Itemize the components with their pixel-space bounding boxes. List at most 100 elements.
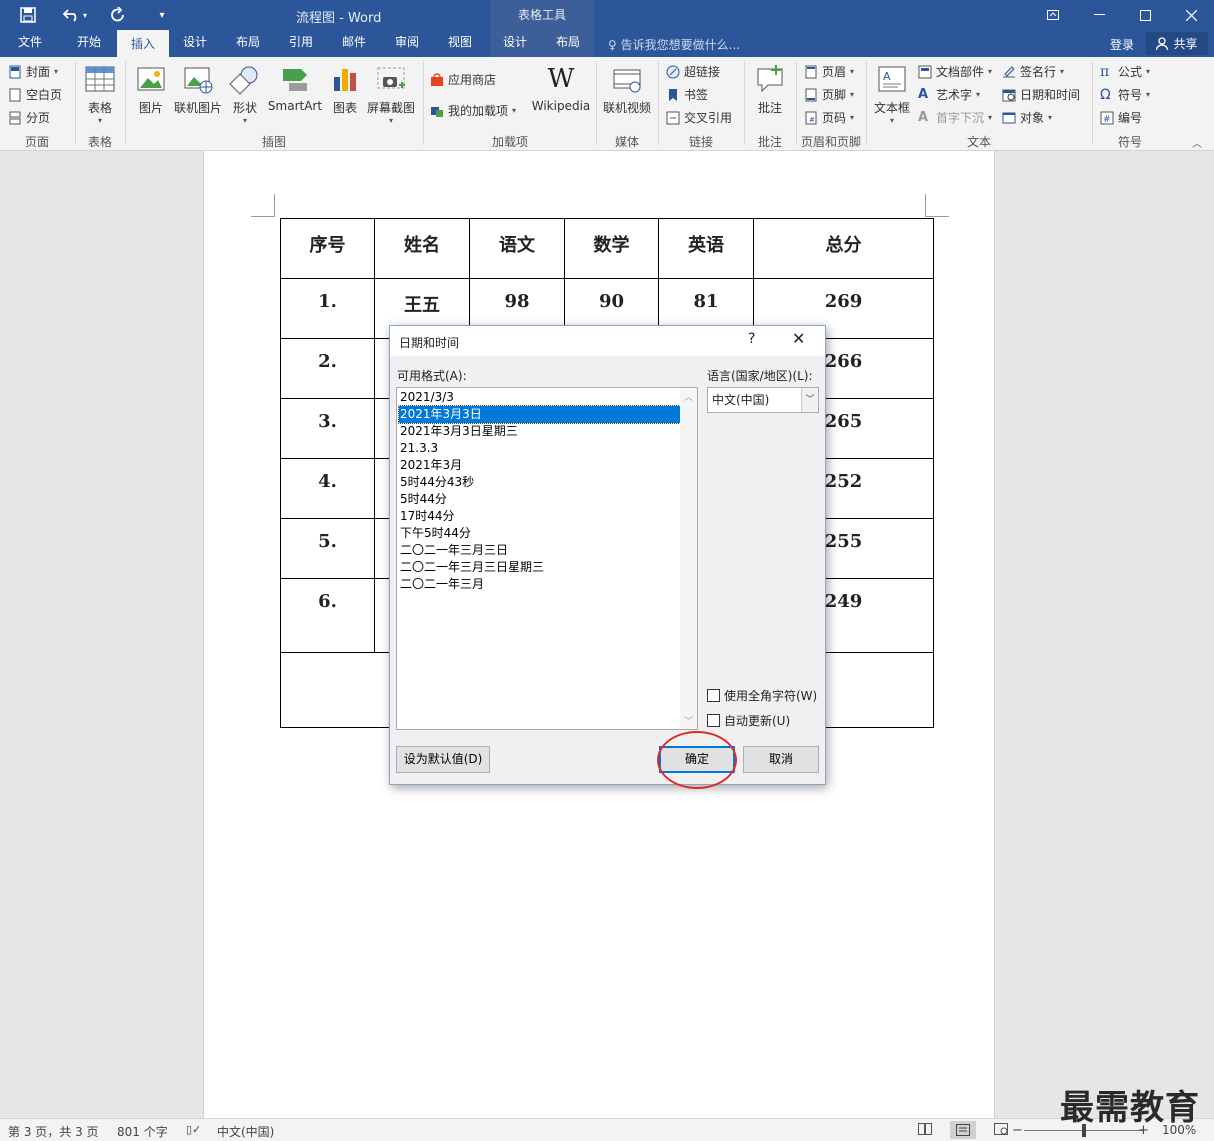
scroll-up-icon[interactable]: ︿ bbox=[684, 390, 693, 403]
format-option[interactable]: 二〇二一年三月三日 bbox=[399, 542, 680, 559]
format-option[interactable]: 二〇二一年三月三日星期三 bbox=[399, 559, 680, 576]
tab-design[interactable]: 设计 bbox=[170, 30, 220, 57]
undo-icon[interactable]: ▾ bbox=[58, 4, 92, 26]
textbox-button[interactable]: A 文本框 ▾ bbox=[870, 63, 914, 125]
tab-insert[interactable]: 插入 bbox=[117, 30, 169, 57]
hyperlink-button[interactable]: 超链接 bbox=[666, 63, 720, 80]
store-button[interactable]: 应用商店 bbox=[430, 71, 496, 88]
header-cell[interactable]: 语文 bbox=[469, 218, 565, 279]
format-option[interactable]: 2021年3月 bbox=[399, 457, 680, 474]
close-window-icon[interactable] bbox=[1168, 0, 1214, 30]
read-mode-icon[interactable] bbox=[918, 1123, 932, 1138]
blank-page-button[interactable]: 空白页 bbox=[8, 86, 62, 103]
header-cell[interactable]: 英语 bbox=[658, 218, 754, 279]
close-icon[interactable]: ✕ bbox=[792, 329, 805, 348]
tab-file[interactable]: 文件 bbox=[4, 30, 56, 57]
format-option[interactable]: 21.3.3 bbox=[399, 440, 680, 457]
page-number-button[interactable]: # 页码 ▾ bbox=[804, 109, 854, 126]
format-option[interactable]: 二〇二一年三月 bbox=[399, 576, 680, 593]
page-count[interactable]: 第 3 页，共 3 页 bbox=[8, 1123, 99, 1140]
format-option[interactable]: 17时44分 bbox=[399, 508, 680, 525]
maximize-icon[interactable] bbox=[1122, 0, 1168, 30]
print-layout-icon[interactable] bbox=[950, 1121, 976, 1139]
word-count[interactable]: 801 个字 bbox=[117, 1123, 168, 1140]
smartart-button[interactable]: SmartArt bbox=[266, 63, 324, 113]
cover-page-button[interactable]: 封面 ▾ bbox=[8, 63, 58, 80]
format-option[interactable]: 5时44分43秒 bbox=[399, 474, 680, 491]
login-link[interactable]: 登录 bbox=[1110, 36, 1134, 53]
number-button[interactable]: # 编号 bbox=[1100, 109, 1142, 126]
save-icon[interactable] bbox=[16, 4, 40, 26]
list-scrollbar[interactable]: ︿ ﹀ bbox=[680, 388, 697, 729]
header-cell[interactable]: 总分 bbox=[753, 218, 934, 279]
scroll-down-icon[interactable]: ﹀ bbox=[684, 714, 693, 727]
format-option[interactable]: 2021年3月3日星期三 bbox=[399, 423, 680, 440]
chart-button[interactable]: 图表 bbox=[328, 63, 362, 116]
autoupdate-checkbox[interactable]: 自动更新(U) bbox=[707, 712, 790, 729]
language-select[interactable]: 中文(中国) ﹀ bbox=[707, 387, 819, 413]
redo-icon[interactable] bbox=[106, 4, 130, 26]
tab-layout[interactable]: 布局 bbox=[222, 30, 274, 57]
footer-button[interactable]: 页脚 ▾ bbox=[804, 86, 854, 103]
format-option[interactable]: 下午5时44分 bbox=[399, 525, 680, 542]
screenshot-button[interactable]: 屏幕截图 ▾ bbox=[364, 63, 418, 125]
zoom-out-icon[interactable]: − bbox=[1012, 1123, 1023, 1138]
online-video-button[interactable]: 联机视频 bbox=[600, 63, 654, 116]
help-icon[interactable]: ? bbox=[748, 331, 755, 347]
proofing-icon[interactable]: ▯✓ bbox=[186, 1123, 201, 1136]
table-cell[interactable]: 5. bbox=[280, 518, 375, 579]
checkbox-box[interactable] bbox=[707, 714, 720, 727]
language-status[interactable]: 中文(中国) bbox=[217, 1123, 274, 1140]
picture-button[interactable]: 图片 bbox=[132, 63, 170, 116]
table-cell[interactable]: 2. bbox=[280, 338, 375, 399]
set-default-button[interactable]: 设为默认值(D) bbox=[396, 746, 490, 773]
table-cell[interactable]: 6. bbox=[280, 578, 375, 653]
checkbox-box[interactable] bbox=[707, 689, 720, 702]
share-button[interactable]: 共享 bbox=[1146, 32, 1208, 55]
shapes-button[interactable]: 形状 ▾ bbox=[228, 63, 262, 125]
wordart-button[interactable]: A 艺术字 ▾ bbox=[918, 86, 980, 103]
symbol-button[interactable]: Ω 符号 ▾ bbox=[1100, 86, 1150, 103]
table-button[interactable]: 表格 ▾ bbox=[80, 63, 120, 125]
header-cell[interactable]: 姓名 bbox=[374, 218, 470, 279]
wikipedia-button[interactable]: W Wikipedia bbox=[530, 63, 592, 113]
tab-references[interactable]: 引用 bbox=[276, 30, 326, 57]
chevron-down-icon[interactable]: ﹀ bbox=[801, 388, 818, 412]
fullwidth-checkbox[interactable]: 使用全角字符(W) bbox=[707, 687, 817, 704]
tab-table-layout[interactable]: 布局 bbox=[542, 30, 594, 57]
header-cell[interactable]: 序号 bbox=[280, 218, 375, 279]
comment-button[interactable]: 批注 bbox=[752, 63, 788, 116]
customize-icon[interactable]: ▾ bbox=[152, 4, 172, 26]
tab-review[interactable]: 审阅 bbox=[382, 30, 432, 57]
table-cell[interactable]: 3. bbox=[280, 398, 375, 459]
my-addins-button[interactable]: 我的加载项 ▾ bbox=[430, 102, 516, 119]
formats-listbox[interactable]: 2021/3/3 2021年3月3日 2021年3月3日星期三 21.3.3 2021年… bbox=[396, 387, 698, 730]
table-cell[interactable]: 4. bbox=[280, 458, 375, 519]
header-cell[interactable]: 数学 bbox=[564, 218, 659, 279]
format-option[interactable]: 2021年3月3日 bbox=[398, 405, 681, 424]
quick-parts-button[interactable]: 文档部件 ▾ bbox=[918, 63, 992, 80]
bookmark-button[interactable]: 书签 bbox=[666, 86, 708, 103]
tab-view[interactable]: 视图 bbox=[434, 30, 486, 57]
tab-table-design[interactable]: 设计 bbox=[490, 30, 540, 57]
tell-me-box[interactable]: ♀ 告诉我您想要做什么... bbox=[608, 36, 740, 53]
minimize-icon[interactable] bbox=[1076, 0, 1122, 30]
cancel-button[interactable]: 取消 bbox=[743, 746, 819, 773]
table-cell[interactable]: 1. bbox=[280, 278, 375, 339]
datetime-button[interactable]: 日期和时间 bbox=[1002, 86, 1080, 103]
ribbon-display-icon[interactable] bbox=[1030, 0, 1076, 30]
online-picture-button[interactable]: 联机图片 bbox=[172, 63, 224, 116]
page-break-button[interactable]: 分页 bbox=[8, 109, 50, 126]
signature-line-button[interactable]: 签名行 ▾ bbox=[1002, 63, 1064, 80]
format-option[interactable]: 2021/3/3 bbox=[399, 389, 680, 406]
collapse-ribbon-icon[interactable]: ︿ bbox=[1192, 135, 1202, 150]
header-button[interactable]: 页眉 ▾ bbox=[804, 63, 854, 80]
object-button[interactable]: 对象 ▾ bbox=[1002, 109, 1052, 126]
equation-button[interactable]: π 公式 ▾ bbox=[1100, 63, 1150, 80]
format-option[interactable]: 5时44分 bbox=[399, 491, 680, 508]
web-layout-icon[interactable] bbox=[994, 1123, 1008, 1138]
tab-home[interactable]: 开始 bbox=[62, 30, 116, 57]
cross-reference-button[interactable]: 交叉引用 bbox=[666, 109, 732, 126]
dialog-title-bar[interactable]: 日期和时间 ? ✕ bbox=[390, 326, 825, 356]
tab-mailings[interactable]: 邮件 bbox=[328, 30, 380, 57]
